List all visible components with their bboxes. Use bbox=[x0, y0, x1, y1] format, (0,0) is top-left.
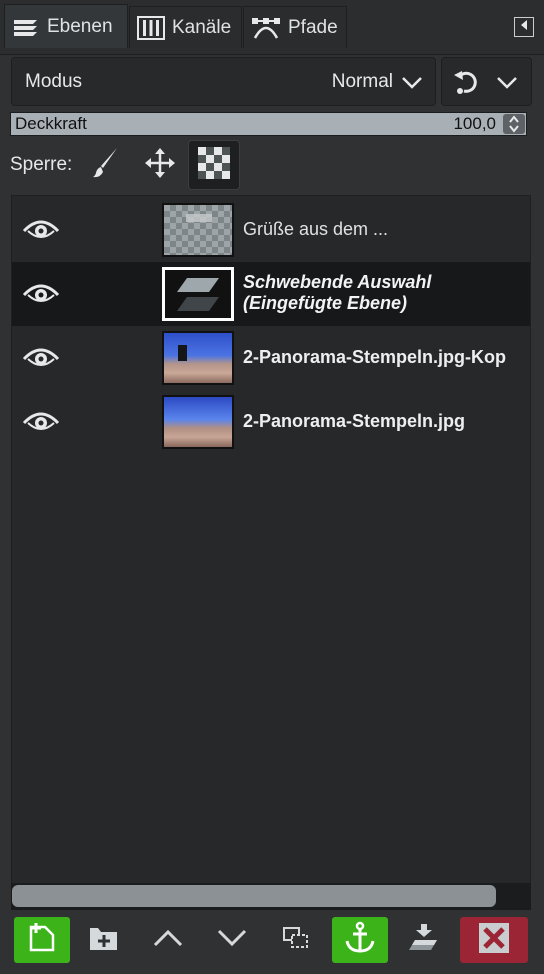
layer-name: 2-Panorama-Stempeln.jpg bbox=[243, 411, 466, 431]
tab-paths-label: Pfade bbox=[288, 16, 338, 38]
eye-icon[interactable] bbox=[22, 216, 60, 244]
triangle-left-icon bbox=[518, 18, 530, 36]
raise-layer-button[interactable] bbox=[140, 917, 196, 963]
move-icon bbox=[143, 146, 177, 185]
lock-position-button[interactable] bbox=[134, 140, 186, 190]
anchor-layer-button[interactable] bbox=[332, 917, 388, 963]
lower-layer-button[interactable] bbox=[204, 917, 260, 963]
layer-name-line2: (Eingefügte Ebene) bbox=[243, 293, 408, 313]
new-group-icon bbox=[87, 922, 121, 959]
tab-layers[interactable]: Ebenen bbox=[4, 4, 128, 48]
paths-icon bbox=[250, 14, 282, 42]
layers-icon bbox=[11, 14, 41, 40]
layer-row[interactable]: 2-Panorama-Stempeln.jpg-Kop bbox=[12, 326, 530, 390]
chevron-down-icon bbox=[496, 72, 518, 97]
scrollbar-thumb[interactable] bbox=[12, 885, 496, 907]
anchor-icon bbox=[344, 921, 376, 960]
reset-icon bbox=[452, 68, 482, 101]
eye-icon[interactable] bbox=[22, 344, 60, 372]
dock-tab-bar: Ebenen Kanäle Pfade bbox=[0, 0, 544, 55]
mode-label: Modus bbox=[25, 71, 83, 92]
opacity-value: 100,0 bbox=[453, 114, 496, 133]
eye-icon[interactable] bbox=[22, 408, 60, 436]
paintbrush-icon bbox=[91, 146, 121, 185]
opacity-label: Deckkraft bbox=[15, 114, 87, 133]
opacity-spin-button[interactable] bbox=[503, 114, 525, 134]
lock-label: Sperre: bbox=[10, 154, 73, 175]
tab-layers-label: Ebenen bbox=[47, 15, 113, 37]
channels-icon bbox=[136, 14, 166, 42]
layer-row[interactable]: 2-Panorama-Stempeln.jpg bbox=[12, 390, 530, 454]
merge-down-icon bbox=[407, 922, 441, 959]
layer-name: 2-Panorama-Stempeln.jpg-Kop bbox=[243, 347, 507, 367]
chevron-down-icon bbox=[401, 72, 423, 97]
tab-menu-button[interactable] bbox=[514, 17, 534, 37]
layer-thumbnail bbox=[162, 331, 234, 385]
layer-thumbnail bbox=[162, 395, 234, 449]
layer-thumbnail bbox=[162, 203, 234, 257]
new-layer-group-button[interactable] bbox=[76, 917, 132, 963]
layer-list[interactable]: Grüße aus dem ... Schwebende Auswahl (Ei… bbox=[11, 195, 531, 885]
duplicate-icon bbox=[281, 924, 311, 957]
duplicate-layer-button[interactable] bbox=[268, 917, 324, 963]
chevron-down-icon bbox=[216, 927, 248, 954]
layer-name-line1: Schwebende Auswahl bbox=[243, 272, 432, 292]
mode-value: Normal bbox=[331, 71, 393, 92]
mode-dropdown[interactable]: Modus Normal bbox=[11, 57, 436, 106]
horizontal-scrollbar[interactable] bbox=[11, 883, 531, 910]
checkerboard-icon bbox=[198, 146, 230, 184]
merge-down-button[interactable] bbox=[396, 917, 452, 963]
tab-channels-label: Kanäle bbox=[172, 16, 232, 38]
delete-layer-button[interactable] bbox=[460, 917, 528, 963]
new-layer-icon bbox=[27, 922, 57, 958]
mode-reset-dropdown[interactable] bbox=[441, 57, 532, 106]
lock-alpha-button[interactable] bbox=[188, 140, 240, 190]
new-layer-button[interactable] bbox=[14, 917, 70, 963]
chevron-up-icon bbox=[152, 927, 184, 954]
layer-row[interactable]: Grüße aus dem ... bbox=[12, 198, 530, 262]
lock-pixels-button[interactable] bbox=[80, 140, 132, 190]
eye-icon[interactable] bbox=[22, 280, 60, 308]
layer-name: Grüße aus dem ... bbox=[243, 219, 389, 239]
tab-channels[interactable]: Kanäle bbox=[129, 6, 242, 48]
delete-icon bbox=[478, 922, 510, 959]
opacity-slider[interactable]: Deckkraft 100,0 bbox=[10, 112, 527, 136]
layer-row-selected[interactable]: Schwebende Auswahl (Eingefügte Ebene) bbox=[12, 262, 530, 326]
tab-paths[interactable]: Pfade bbox=[243, 6, 347, 48]
floating-selection-icon bbox=[162, 267, 234, 321]
